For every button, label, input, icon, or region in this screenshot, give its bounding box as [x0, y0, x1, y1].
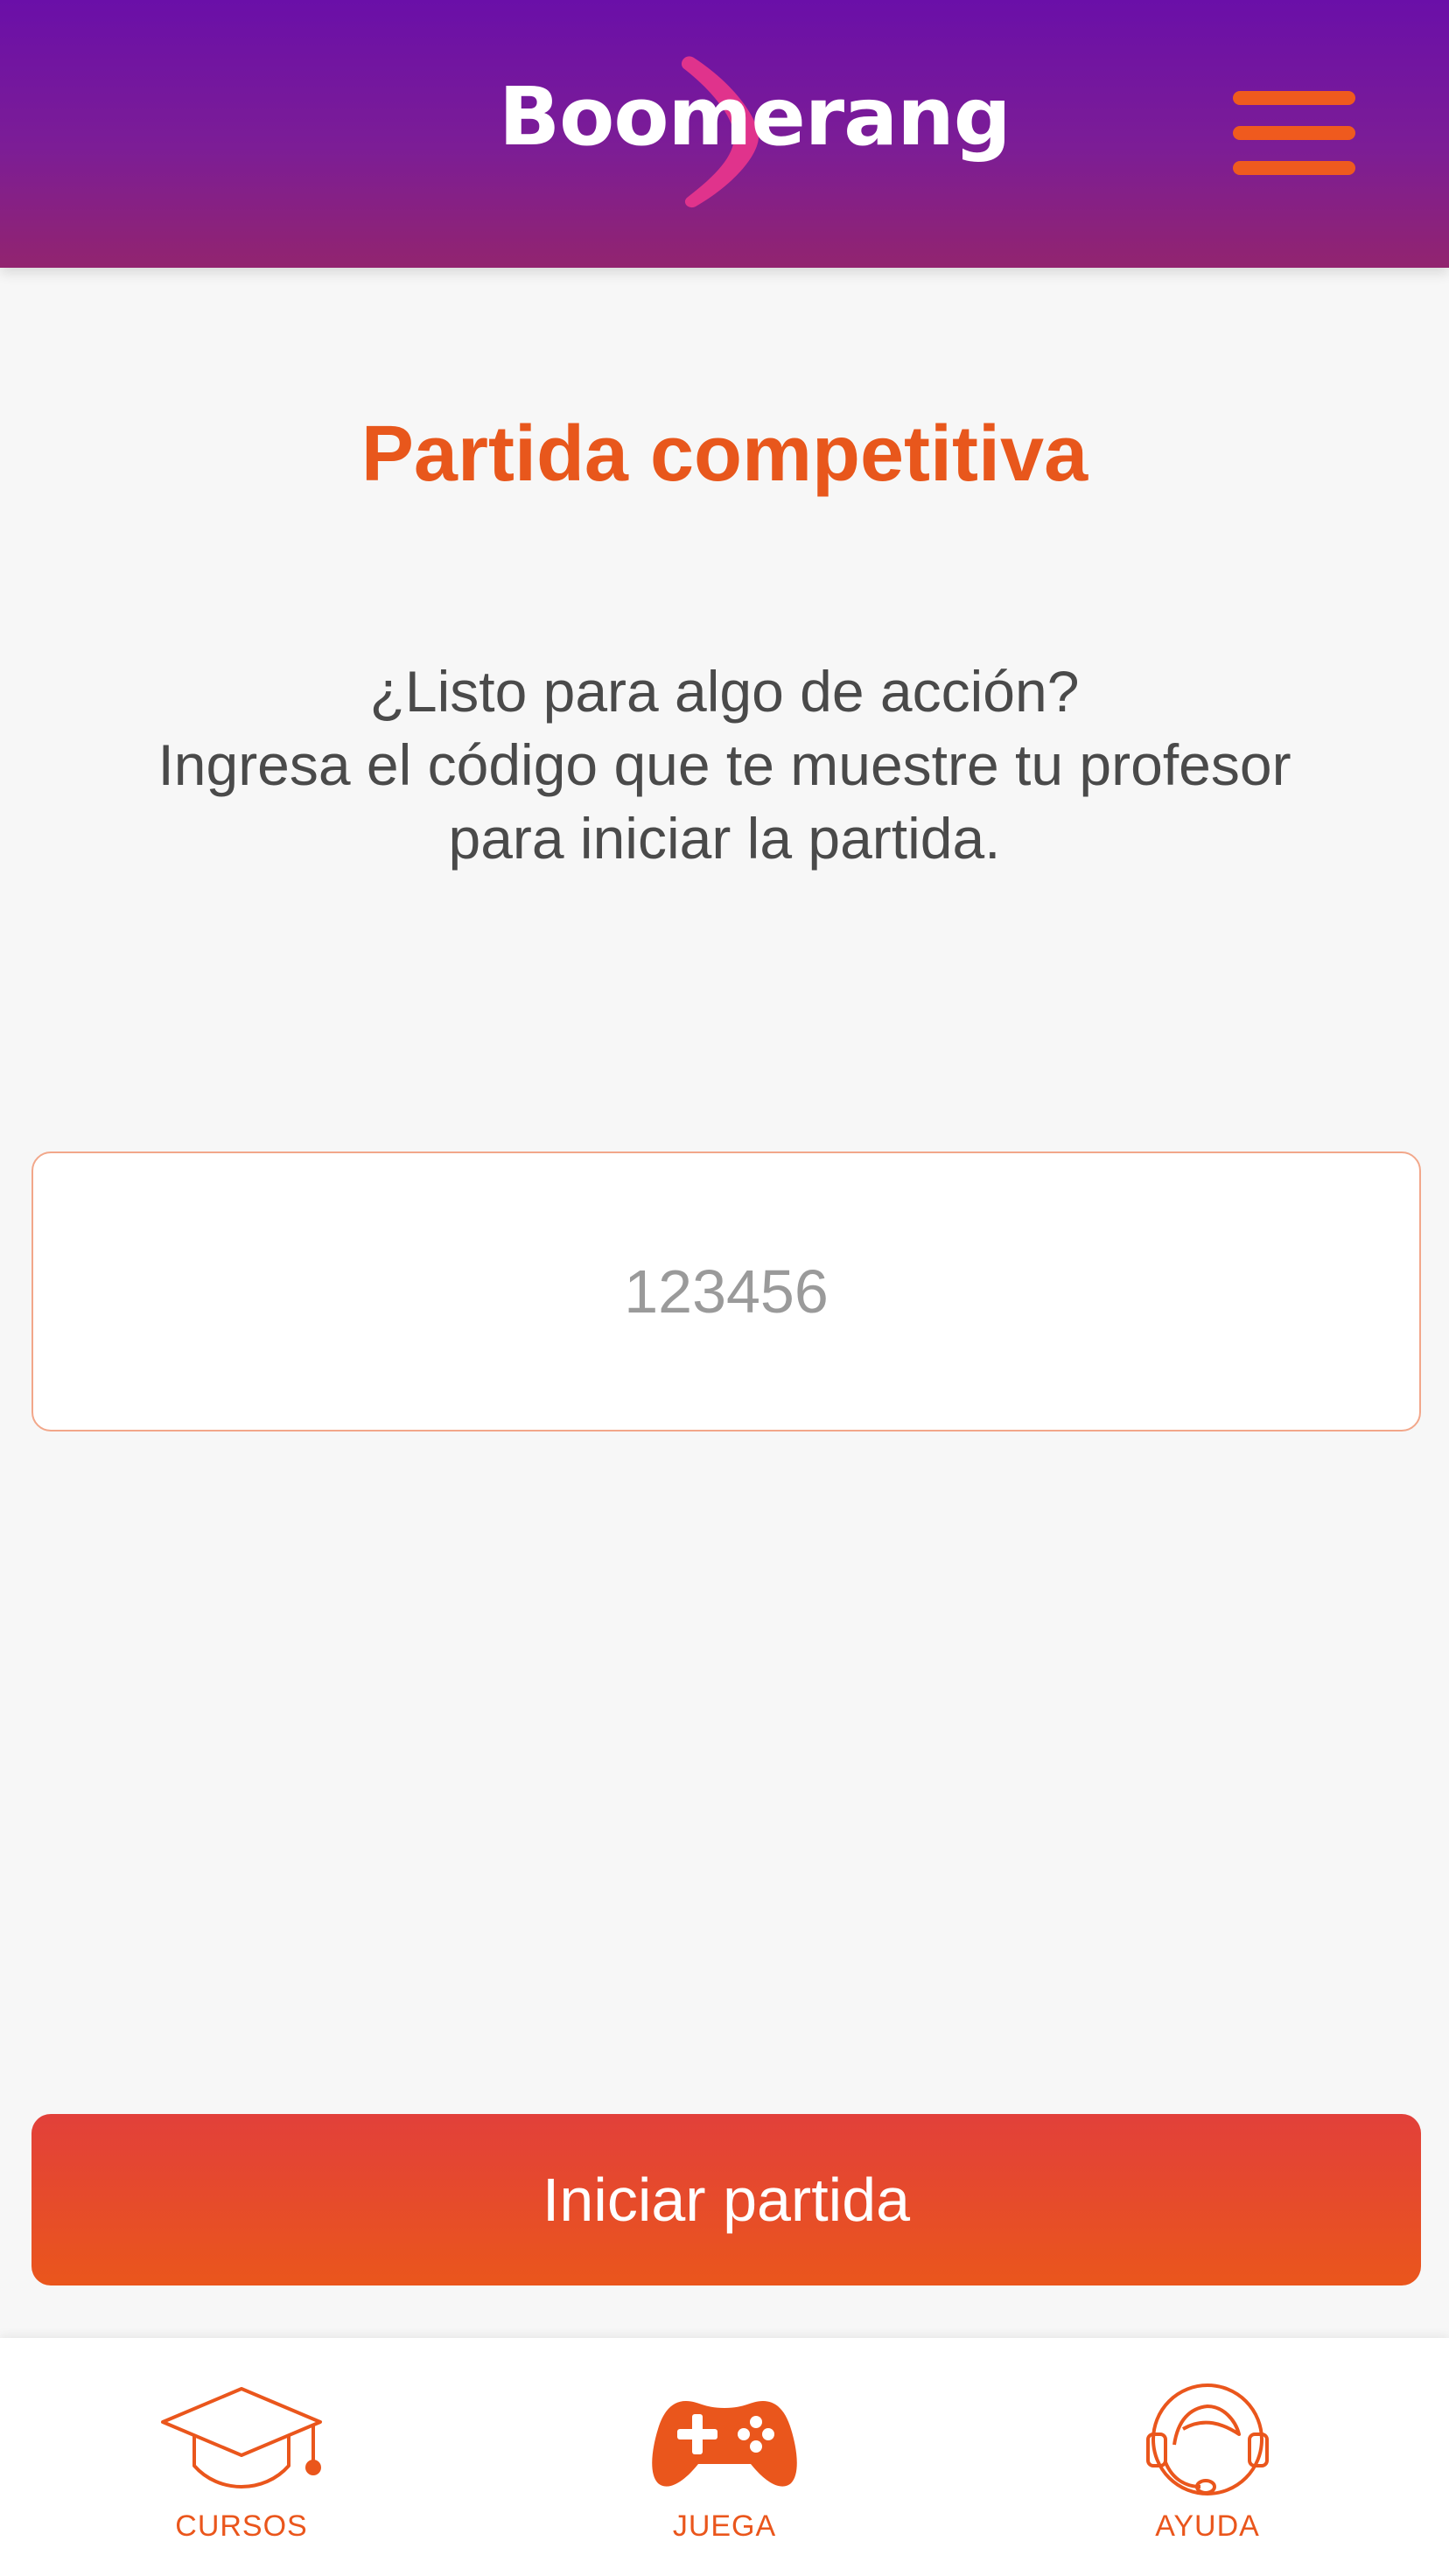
nav-label-juega: JUEGA — [672, 2510, 777, 2543]
nav-item-juega[interactable]: JUEGA — [483, 2338, 966, 2576]
graduation-cap-icon — [161, 2387, 322, 2488]
menu-bar-top — [1233, 91, 1355, 105]
nav-item-cursos[interactable]: CURSOS — [0, 2338, 483, 2576]
boomerang-logo: Boomerang — [490, 52, 1012, 219]
start-game-button[interactable]: Iniciar partida — [32, 2114, 1421, 2286]
nav-label-cursos: CURSOS — [175, 2510, 308, 2543]
instructions-text: ¿Listo para algo de acción? Ingresa el c… — [52, 654, 1396, 875]
nav-item-ayuda[interactable]: AYUDA — [966, 2338, 1449, 2576]
instructions-line-3: para iniciar la partida. — [448, 806, 1001, 871]
app-screen: Boomerang Partida competitiva ¿Listo par… — [0, 0, 1449, 2576]
page-title: Partida competitiva — [360, 410, 1088, 498]
gamepad-icon — [652, 2401, 797, 2487]
logo-text: Boomerang — [499, 70, 1012, 164]
menu-bar-bottom — [1233, 161, 1355, 175]
app-header: Boomerang — [0, 0, 1449, 268]
instructions-line-2: Ingresa el código que te muestre tu prof… — [158, 732, 1292, 797]
hamburger-menu-icon[interactable] — [1228, 84, 1360, 182]
instructions-line-1: ¿Listo para algo de acción? — [369, 659, 1080, 724]
menu-bar-middle — [1233, 126, 1355, 140]
bottom-navigation: CURSOS JUEGA AYUDA — [0, 2338, 1449, 2576]
nav-label-ayuda: AYUDA — [1155, 2510, 1260, 2543]
headset-support-icon — [1146, 2384, 1269, 2496]
game-code-input[interactable] — [32, 1152, 1421, 1432]
